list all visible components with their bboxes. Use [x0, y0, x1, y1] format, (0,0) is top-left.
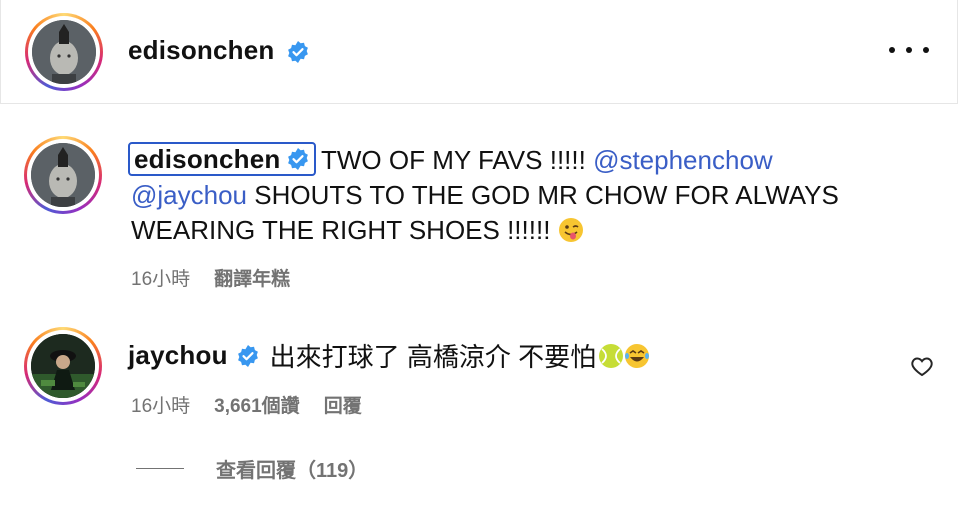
- comment-username[interactable]: jaychou: [128, 340, 228, 371]
- caption-timestamp[interactable]: 16小時: [131, 264, 190, 291]
- caption-username[interactable]: edisonchen: [134, 144, 280, 175]
- winking-tongue-emoji: [558, 217, 584, 243]
- like-heart-icon[interactable]: [910, 354, 934, 378]
- avatar-jaychou[interactable]: [24, 327, 102, 405]
- comment-header: jaychou 出來打球了 高橋涼介 不要怕: [128, 337, 650, 374]
- mention-jaychou[interactable]: @jaychou: [131, 180, 247, 210]
- caption-meta: 16小時 翻譯年糕: [131, 264, 290, 291]
- caption-text-part-1: TWO OF MY FAVS !!!!!: [321, 145, 594, 175]
- comment-text: 出來打球了 高橋涼介 不要怕: [269, 342, 597, 372]
- header-username[interactable]: edisonchen: [128, 35, 310, 66]
- laughing-tears-emoji: [624, 343, 650, 369]
- view-replies-button[interactable]: 查看回覆（119）: [136, 454, 368, 483]
- comment-meta: 16小時 3,661個讚 回覆: [131, 391, 362, 418]
- verified-badge-icon: [288, 41, 308, 64]
- post-header: edisonchen: [0, 0, 958, 104]
- avatar-caption-edisonchen[interactable]: [24, 136, 102, 214]
- verified-badge-icon: [237, 344, 258, 367]
- reply-button[interactable]: 回覆: [324, 391, 362, 418]
- verified-badge-icon: [288, 148, 309, 170]
- caption-username-highlight[interactable]: edisonchen: [128, 142, 317, 176]
- translate-button[interactable]: 翻譯年糕: [214, 264, 290, 291]
- comment-likes[interactable]: 3,661個讚: [214, 391, 300, 418]
- mention-stephenchow[interactable]: @stephenchow: [593, 145, 773, 175]
- view-replies-label[interactable]: 查看回覆（119）: [216, 454, 368, 483]
- more-options-icon[interactable]: [889, 38, 929, 62]
- avatar-edisonchen[interactable]: [25, 13, 103, 91]
- comment-timestamp[interactable]: 16小時: [131, 391, 190, 418]
- replies-divider-line: [136, 468, 184, 469]
- tennis-ball-emoji: [598, 343, 624, 369]
